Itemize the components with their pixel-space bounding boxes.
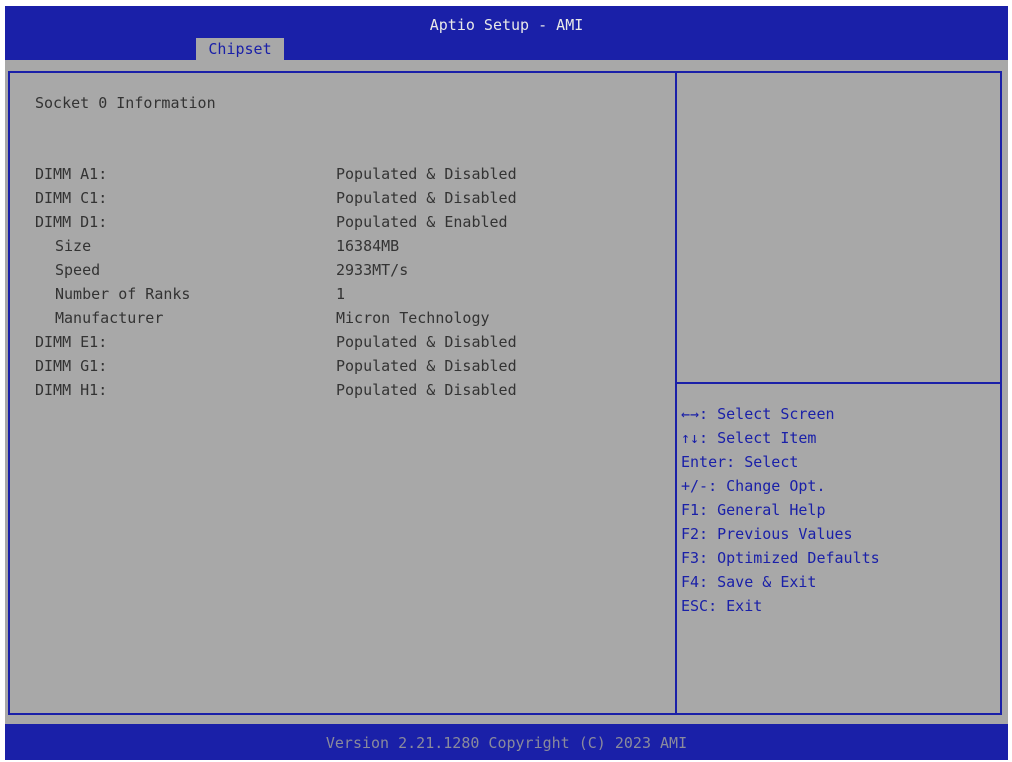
help-divider (677, 382, 1002, 384)
dimm-d1-ranks-row: Number of Ranks 1 (35, 285, 655, 309)
row-label: Size (55, 237, 92, 255)
help-select-screen: ←→: Select Screen (681, 405, 835, 423)
help-select-item: ↑↓: Select Item (681, 429, 817, 447)
title-bar: Aptio Setup - AMI Chipset (5, 6, 1008, 60)
row-label: DIMM C1: (35, 189, 108, 207)
dimm-row-a1[interactable]: DIMM A1: Populated & Disabled (35, 165, 655, 189)
row-value: Populated & Disabled (336, 189, 517, 207)
help-general-help: F1: General Help (681, 501, 826, 519)
dimm-d1-speed-row: Speed 2933MT/s (35, 261, 655, 285)
tab-chipset[interactable]: Chipset (196, 38, 284, 60)
version-text: Version 2.21.1280 Copyright (C) 2023 AMI (325, 734, 688, 752)
row-label: Manufacturer (55, 309, 164, 327)
row-value: 16384MB (336, 237, 400, 255)
dimm-d1-size-row: Size 16384MB (35, 237, 655, 261)
help-enter-select: Enter: Select (681, 453, 799, 471)
dimm-row-d1[interactable]: DIMM D1: Populated & Enabled (35, 213, 655, 237)
dimm-row-h1[interactable]: DIMM H1: Populated & Disabled (35, 381, 655, 405)
footer-bar: Version 2.21.1280 Copyright (C) 2023 AMI (5, 724, 1008, 760)
row-value: Populated & Enabled (336, 213, 508, 231)
help-optimized-defaults: F3: Optimized Defaults (681, 549, 880, 567)
key-help-list: ←→: Select Screen ↑↓: Select Item Enter:… (681, 404, 1001, 620)
row-label: DIMM D1: (35, 213, 108, 231)
row-value: 2933MT/s (336, 261, 409, 279)
panel-divider (675, 73, 677, 713)
row-label: DIMM A1: (35, 165, 108, 183)
row-value: Populated & Disabled (336, 381, 517, 399)
row-value: Populated & Disabled (336, 357, 517, 375)
help-exit: ESC: Exit (681, 597, 763, 615)
row-label: DIMM E1: (35, 333, 108, 351)
row-label: Number of Ranks (55, 285, 191, 303)
dimm-row-c1[interactable]: DIMM C1: Populated & Disabled (35, 189, 655, 213)
main-frame: Socket 0 Information DIMM A1: Populated … (8, 71, 1002, 715)
row-label: DIMM G1: (35, 357, 108, 375)
row-value: Populated & Disabled (336, 333, 517, 351)
bios-screen: Aptio Setup - AMI Chipset Socket 0 Infor… (5, 6, 1008, 760)
row-value: 1 (336, 285, 346, 303)
dimm-row-g1[interactable]: DIMM G1: Populated & Disabled (35, 357, 655, 381)
app-title: Aptio Setup - AMI (429, 16, 584, 34)
row-label: DIMM H1: (35, 381, 108, 399)
help-save-exit: F4: Save & Exit (681, 573, 817, 591)
help-change-opt: +/-: Change Opt. (681, 477, 826, 495)
dimm-d1-manufacturer-row: Manufacturer Micron Technology (35, 309, 655, 333)
row-label: Speed (55, 261, 101, 279)
dimm-row-e1[interactable]: DIMM E1: Populated & Disabled (35, 333, 655, 357)
help-previous-values: F2: Previous Values (681, 525, 853, 543)
row-value: Populated & Disabled (336, 165, 517, 183)
row-value: Micron Technology (336, 309, 490, 327)
section-title: Socket 0 Information (35, 94, 216, 112)
